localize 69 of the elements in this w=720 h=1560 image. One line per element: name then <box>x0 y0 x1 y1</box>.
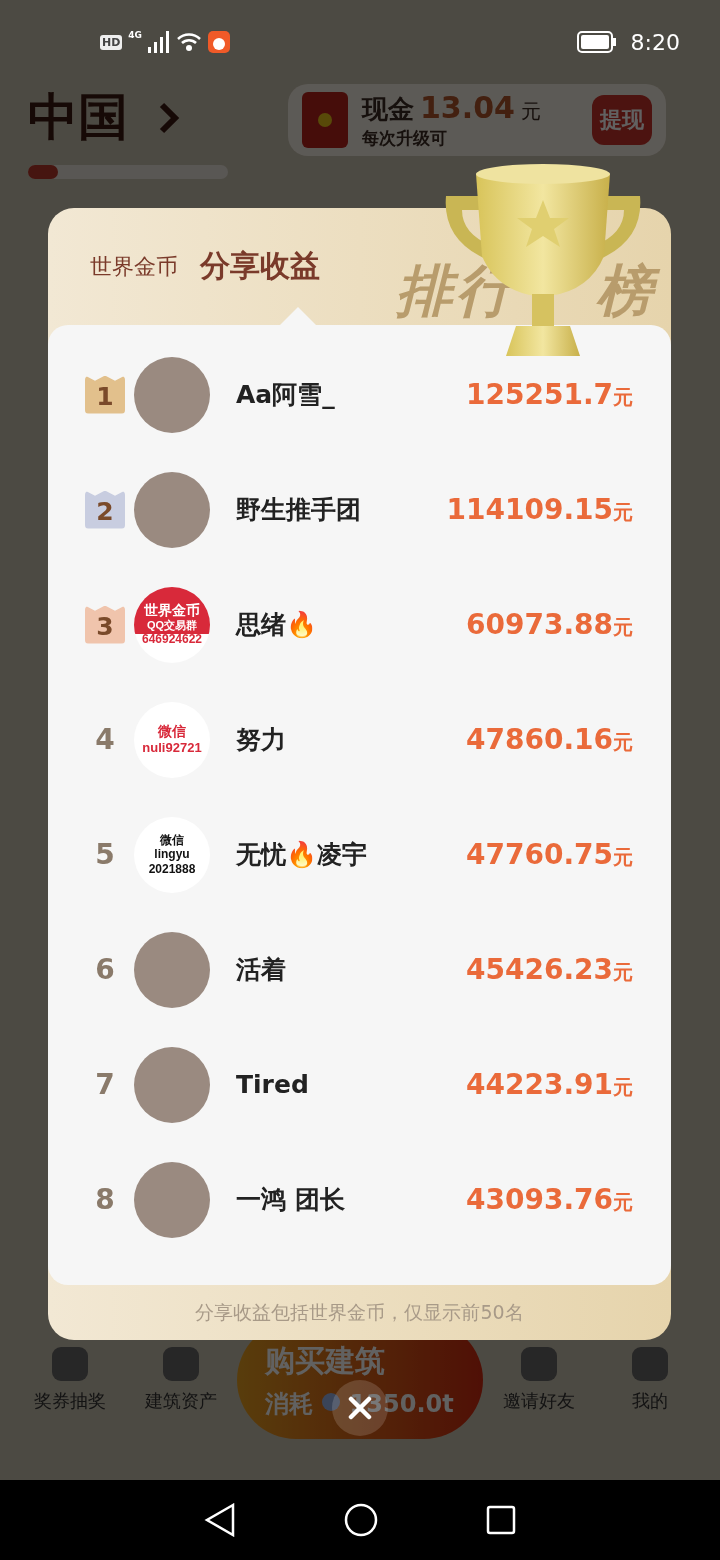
home-icon[interactable] <box>344 1503 378 1537</box>
clock-time: 8:20 <box>630 29 680 55</box>
watermark-title: 榜 <box>594 256 666 326</box>
user-name: 思绪🔥 <box>236 609 318 641</box>
nav-icon <box>51 1347 88 1381</box>
earnings-amount: 47860.16 <box>466 723 613 756</box>
earnings-amount: 45426.23 <box>466 953 613 986</box>
rank-number: 6 <box>95 953 115 986</box>
cash-amount: 13.04 <box>420 90 515 125</box>
nav-icon <box>632 1347 669 1381</box>
avatar-text: nuli92721 <box>142 740 202 756</box>
user-name: Tired <box>236 1070 310 1099</box>
currency-unit: 元 <box>613 730 633 756</box>
leaderboard-tab[interactable]: 世界金币 <box>90 251 178 282</box>
region-title: 中国 <box>28 87 128 148</box>
avatar-text: lingyu <box>154 847 190 862</box>
coin-icon <box>321 1391 342 1412</box>
currency-unit: 元 <box>613 615 633 641</box>
user-name: 活着 <box>236 954 287 986</box>
user-name: 努力 <box>236 724 287 756</box>
avatar-text: 世界金币 <box>144 602 200 619</box>
rank-number: 8 <box>95 1183 115 1216</box>
earnings-amount: 125251.7 <box>466 378 613 411</box>
currency-unit: 元 <box>613 500 633 526</box>
avatar-text: 微信 <box>160 832 184 848</box>
currency-unit: 元 <box>613 960 633 986</box>
nav-tab[interactable]: 我的 <box>594 1346 706 1414</box>
user-name: 一鸿 团长 <box>236 1184 346 1216</box>
app-notification-icon <box>208 31 230 53</box>
currency-unit: 元 <box>613 1075 633 1101</box>
user-name: 野生推手团 <box>236 494 362 526</box>
user-name: 无忧🔥凌宇 <box>236 839 368 871</box>
recents-icon[interactable] <box>486 1505 516 1535</box>
back-icon[interactable] <box>204 1503 236 1537</box>
avatar-text: 2021888 <box>148 861 196 877</box>
cash-label: 现金 <box>362 93 414 126</box>
currency-unit: 元 <box>613 1190 633 1216</box>
battery-icon <box>576 31 617 53</box>
currency-unit: 元 <box>613 385 633 411</box>
avatar-text: QQ交易群 <box>146 619 198 633</box>
nav-icon <box>163 1347 200 1381</box>
network-label: 4G <box>128 30 142 40</box>
rank-medal: 1 <box>85 375 125 414</box>
earnings-amount: 60973.88 <box>466 608 613 641</box>
nav-tab[interactable]: 建筑资产 <box>125 1346 237 1414</box>
cash-unit: 元 <box>520 98 541 125</box>
nav-icon <box>520 1347 557 1381</box>
envelope-icon <box>302 92 348 148</box>
nav-tab[interactable]: 奖券抽奖 <box>14 1346 126 1414</box>
leaderboard-tab[interactable]: 分享收益 <box>200 246 320 287</box>
nav-tab[interactable]: 邀请好友 <box>483 1346 595 1414</box>
rank-number: 4 <box>95 723 115 756</box>
rank-medal: 3 <box>85 605 125 644</box>
signal-icon <box>148 31 170 53</box>
cash-hint: 每次升级可 <box>362 127 448 150</box>
wifi-icon <box>176 32 202 52</box>
rank-medal: 2 <box>85 490 125 529</box>
earnings-amount: 44223.91 <box>466 1068 613 1101</box>
hd-icon: HD <box>100 34 123 50</box>
avatar-text: 646924622 <box>141 632 203 647</box>
earnings-amount: 47760.75 <box>466 838 613 871</box>
earnings-amount: 114109.15 <box>446 493 613 526</box>
rank-number: 7 <box>95 1068 115 1101</box>
currency-unit: 元 <box>613 845 633 871</box>
avatar-text: 微信 <box>158 723 186 741</box>
withdraw-button[interactable]: 提现 <box>592 95 652 145</box>
earnings-amount: 43093.76 <box>466 1183 613 1216</box>
user-name: Aa阿雪_ <box>236 379 336 411</box>
rank-number: 5 <box>95 838 115 871</box>
